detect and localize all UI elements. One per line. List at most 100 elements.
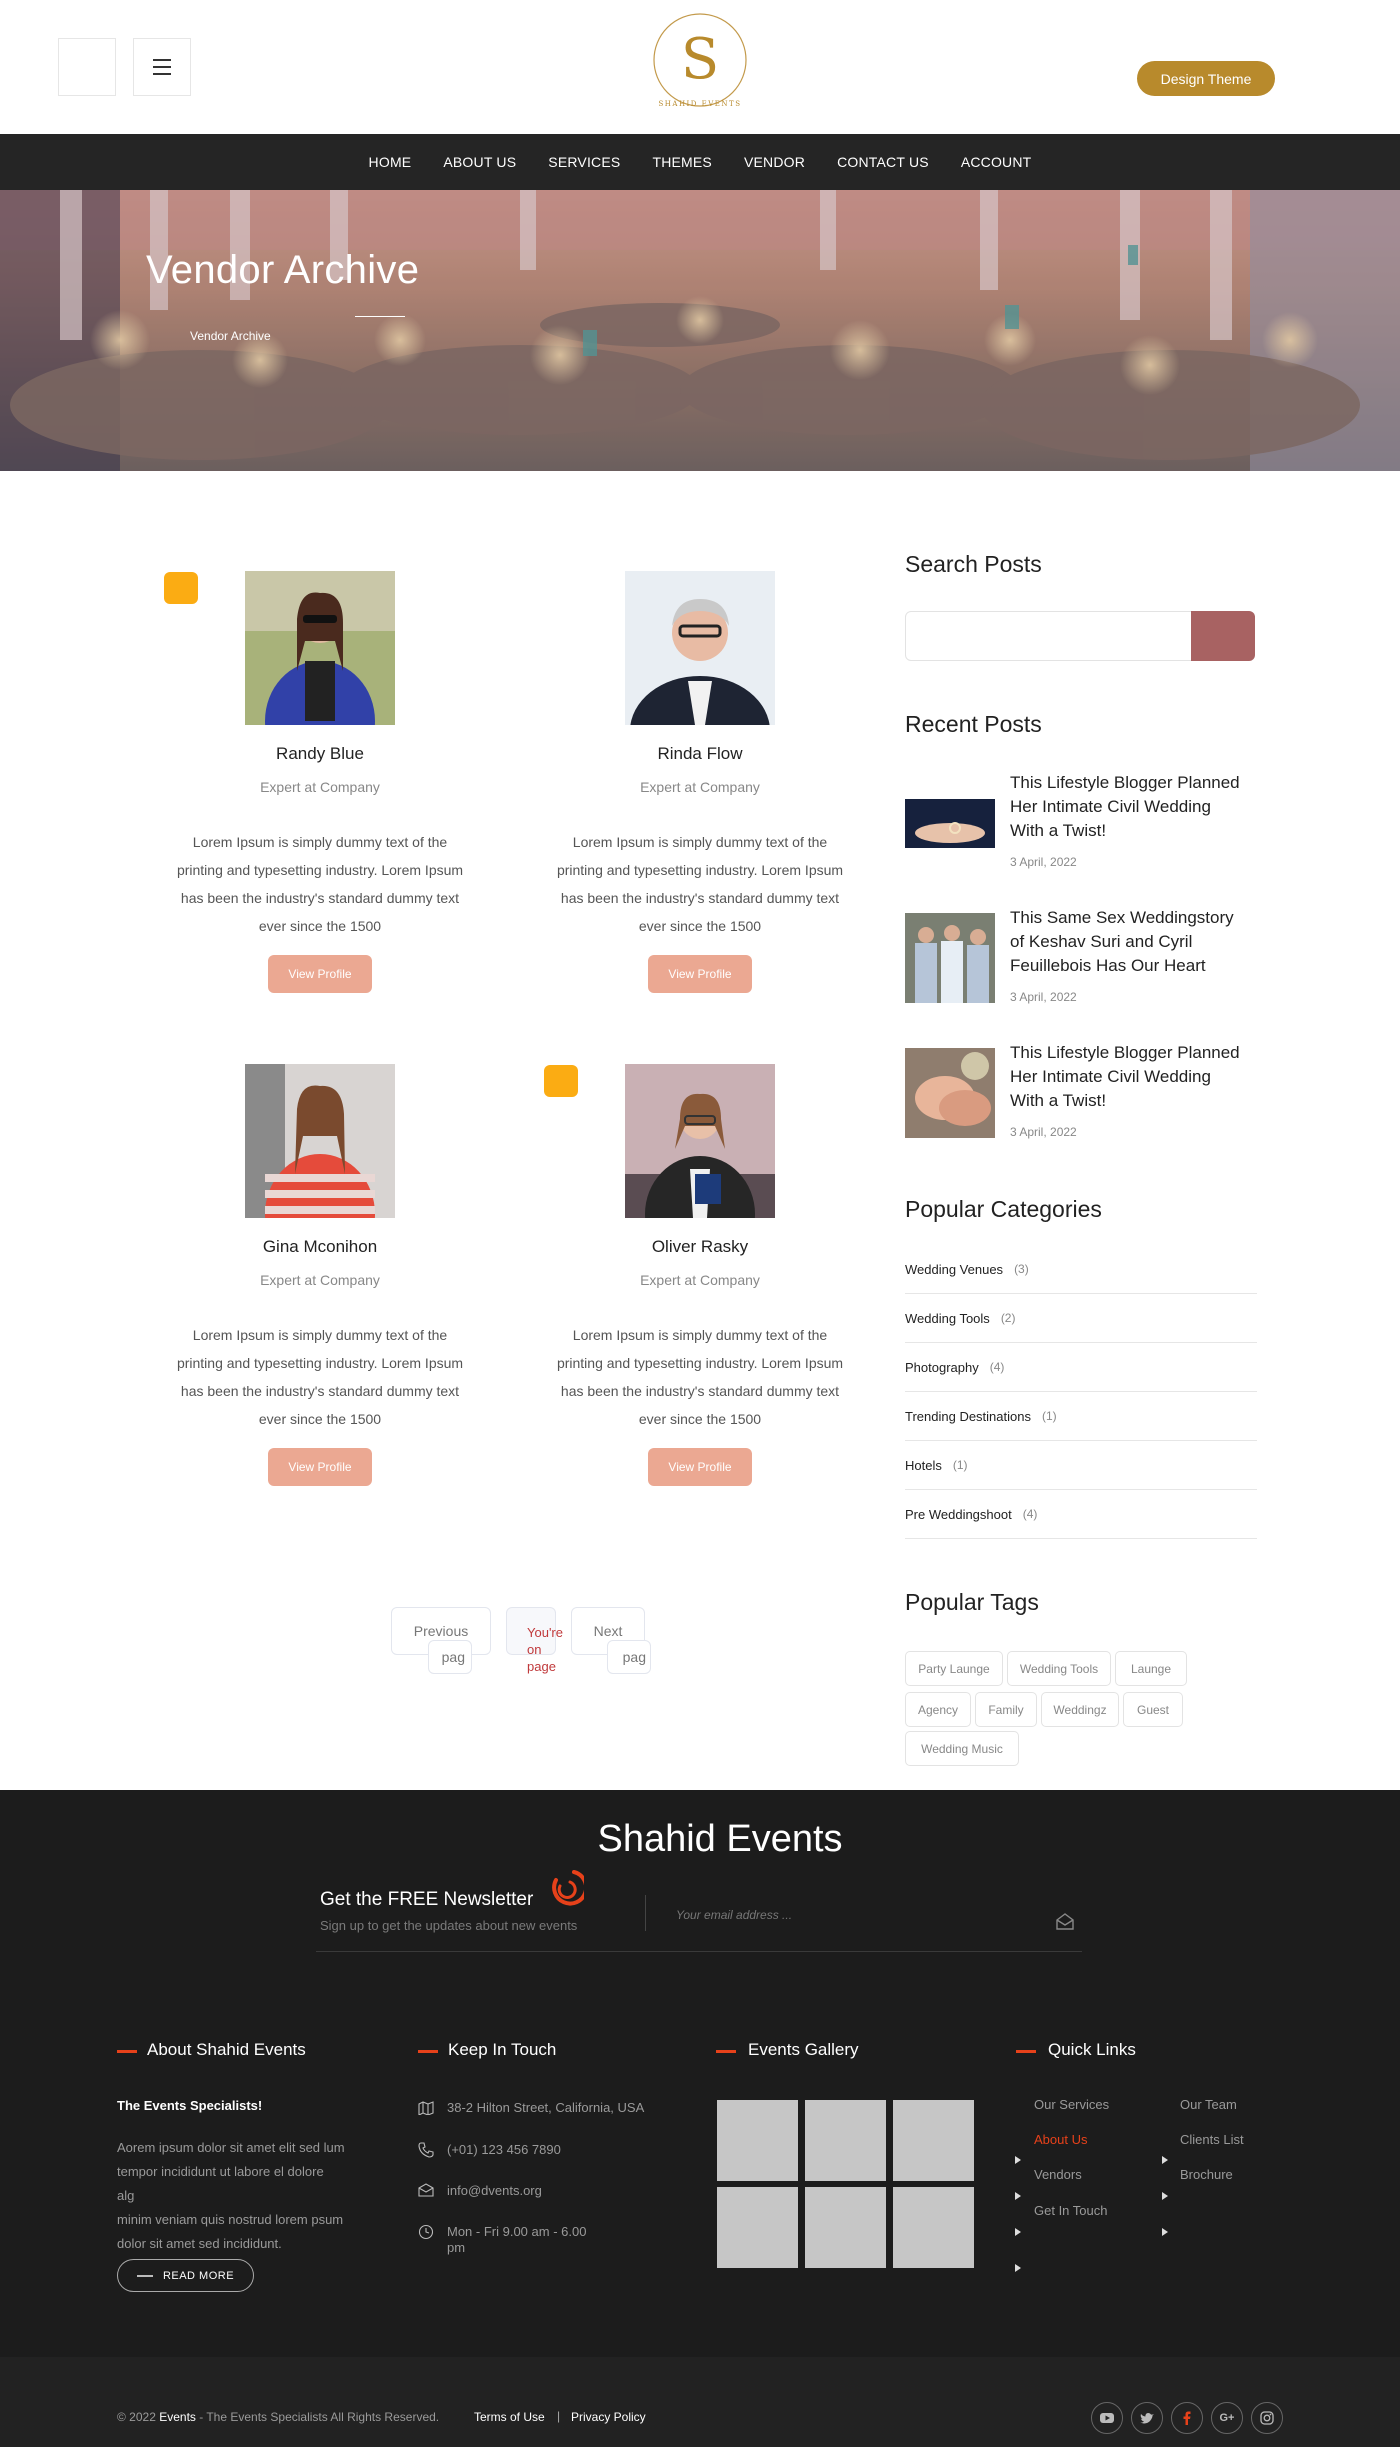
footer-brand: Shahid Events [597,1818,843,1860]
instagram-icon[interactable] [1251,2402,1283,2434]
quick-link[interactable]: Clients List [1180,2132,1244,2147]
category-item[interactable]: Photography (4) [905,1343,1257,1392]
quick-link[interactable]: Brochure [1180,2167,1233,2182]
newsletter-divider [645,1895,646,1931]
newsletter-subtitle: Sign up to get the updates about new eve… [320,1918,578,1933]
view-profile-button[interactable]: View Profile [268,1448,372,1486]
menu-button[interactable] [133,38,191,96]
phone-text[interactable]: (+01) 123 456 7890 [447,2142,561,2157]
about-subtitle: The Events Specialists! [117,2098,263,2113]
phone-icon [418,2142,434,2163]
youtube-icon[interactable] [1091,2402,1123,2434]
vendor-photo[interactable] [245,1064,395,1218]
vendor-name[interactable]: Gina Mconihon [170,1237,470,1257]
email-text[interactable]: info@dvents.org [447,2183,542,2198]
tag-item[interactable]: Family [975,1692,1037,1727]
tag-item[interactable]: Agency [905,1692,971,1727]
tag-item[interactable]: Guest [1123,1692,1183,1727]
heading-accent [117,2050,137,2053]
vendor-name[interactable]: Randy Blue [170,744,470,764]
breadcrumb[interactable]: Vendor Archive [190,329,271,343]
gallery-image[interactable] [805,2187,886,2268]
vendor-name[interactable]: Oliver Rasky [550,1237,850,1257]
quick-link[interactable]: Vendors [1034,2167,1082,2182]
tag-item[interactable]: Launge [1115,1651,1187,1686]
recent-post-thumbnail[interactable] [905,913,995,1003]
arrow-icon [1162,2156,1168,2164]
heading-accent [716,2050,736,2053]
newsletter-email-input[interactable]: Your email address ... [676,1908,1046,1922]
view-profile-button[interactable]: View Profile [648,955,752,993]
recent-post-date: 3 April, 2022 [1010,1125,1077,1139]
privacy-link[interactable]: Privacy Policy [571,2410,646,2424]
nav-home[interactable]: HOME [369,154,412,170]
vendor-photo[interactable] [625,571,775,725]
events-gallery-heading: Events Gallery [748,2040,859,2059]
gallery-image[interactable] [805,2100,886,2181]
page-number-box[interactable]: pag [607,1640,651,1674]
email-icon [418,2183,434,2202]
tag-item[interactable]: Party Launge [905,1651,1003,1686]
quick-link[interactable]: Our Team [1180,2097,1237,2112]
recent-post-title[interactable]: This Lifestyle Blogger Planned Her Intima… [1010,771,1260,843]
newsletter-icon [544,1866,589,1915]
send-mail-icon[interactable] [1055,1912,1075,1935]
header-square-button[interactable] [58,38,116,96]
newsletter-underline [316,1951,1082,1952]
nav-about[interactable]: ABOUT US [443,154,516,170]
newsletter-title: Get the FREE Newsletter [320,1889,534,1910]
vendor-name[interactable]: Rinda Flow [550,744,850,764]
site-logo[interactable]: S SHAHID EVENTS [650,10,750,118]
popular-categories-heading: Popular Categories [905,1196,1102,1222]
hamburger-icon [153,59,171,61]
vendor-photo[interactable] [245,571,395,725]
vendor-description: Lorem Ipsum is simply dummy text of the p… [556,834,844,934]
featured-badge [544,1065,578,1097]
view-profile-button[interactable]: View Profile [268,955,372,993]
recent-post-thumbnail[interactable] [905,799,995,848]
recent-post-title[interactable]: This Same Sex Weddingstory of Keshav Suri… [1010,906,1260,978]
twitter-icon[interactable] [1131,2402,1163,2434]
arrow-icon [1015,2156,1021,2164]
nav-themes[interactable]: THEMES [652,154,712,170]
category-item[interactable]: Wedding Tools (2) [905,1294,1257,1343]
map-icon [418,2101,434,2120]
category-item[interactable]: Wedding Venues (3) [905,1245,1257,1294]
quick-link-active[interactable]: About Us [1034,2132,1087,2147]
quick-link[interactable]: Our Services [1034,2097,1109,2112]
search-input[interactable] [905,611,1192,661]
nav-services[interactable]: SERVICES [548,154,620,170]
quick-link[interactable]: Get In Touch [1034,2203,1107,2218]
vendor-photo[interactable] [625,1064,775,1218]
tag-item[interactable]: Wedding Music [905,1731,1019,1766]
terms-link[interactable]: Terms of Use [474,2410,545,2424]
gallery-image[interactable] [717,2100,798,2181]
google-plus-icon[interactable]: G+ [1211,2402,1243,2434]
recent-post-thumbnail[interactable] [905,1048,995,1138]
clock-icon [418,2224,434,2245]
recent-post-title[interactable]: This Lifestyle Blogger Planned Her Intima… [1010,1041,1260,1113]
category-item[interactable]: Pre Weddingshoot (4) [905,1490,1257,1539]
gallery-image[interactable] [893,2100,974,2181]
about-text: Aorem ipsum dolor sit amet elit sed lum t… [117,2140,345,2251]
facebook-icon[interactable] [1171,2402,1203,2434]
nav-vendor[interactable]: VENDOR [744,154,805,170]
page-number-box[interactable]: pag [428,1640,472,1674]
gallery-image[interactable] [893,2187,974,2268]
design-theme-button[interactable]: Design Theme [1137,61,1275,96]
nav-account[interactable]: ACCOUNT [961,154,1032,170]
view-profile-button[interactable]: View Profile [648,1448,752,1486]
read-more-button[interactable]: READ MORE [117,2259,254,2292]
vendor-description: Lorem Ipsum is simply dummy text of the p… [556,1327,844,1427]
nav-contact[interactable]: CONTACT US [837,154,929,170]
tag-item[interactable]: Wedding Tools [1007,1651,1111,1686]
category-item[interactable]: Trending Destinations (1) [905,1392,1257,1441]
copyright: © 2022 Events - The Events Specialists A… [117,2410,440,2424]
gallery-image[interactable] [717,2187,798,2268]
arrow-icon [1162,2228,1168,2236]
arrow-icon [1015,2228,1021,2236]
category-item[interactable]: Hotels (1) [905,1441,1257,1490]
tag-item[interactable]: Weddingz [1041,1692,1119,1727]
search-button[interactable] [1191,611,1255,661]
vendor-description: Lorem Ipsum is simply dummy text of the p… [176,1327,464,1427]
